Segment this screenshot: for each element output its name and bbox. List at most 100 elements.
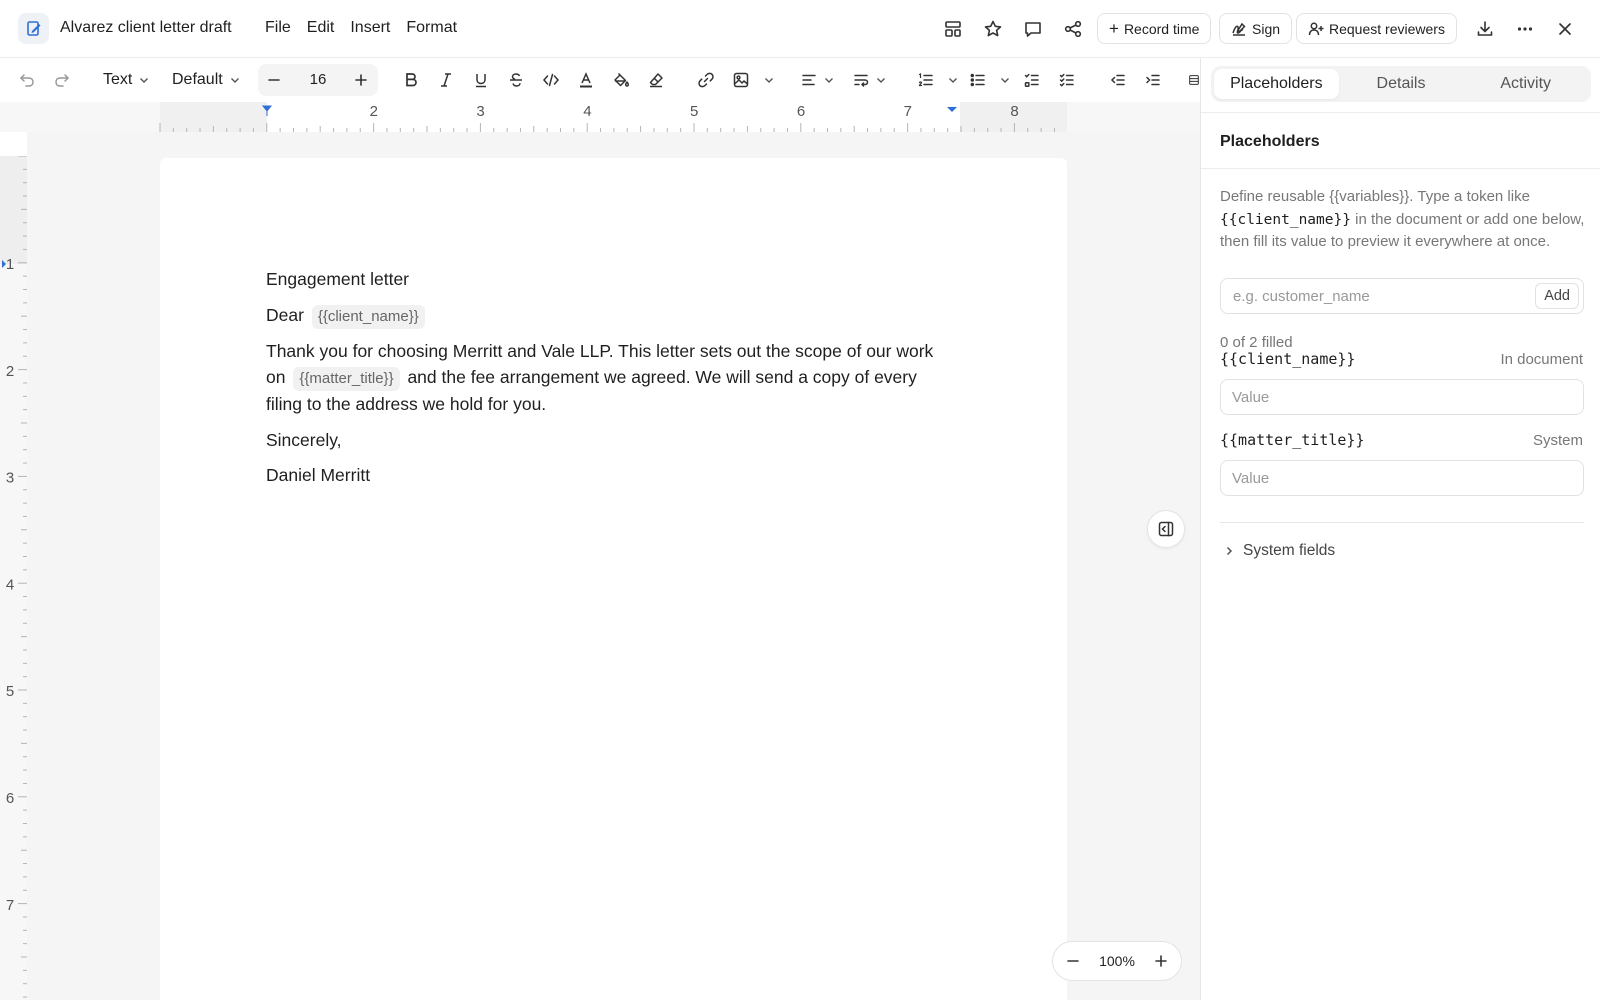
ruler-label: 1 bbox=[6, 256, 14, 273]
chevron-down-icon[interactable] bbox=[762, 68, 776, 92]
align-left-icon[interactable] bbox=[797, 68, 821, 92]
redo-icon[interactable] bbox=[50, 68, 74, 92]
bold-icon[interactable] bbox=[399, 68, 423, 92]
toggle-panel-button[interactable] bbox=[1147, 510, 1185, 548]
text-wrap-icon[interactable] bbox=[849, 68, 873, 92]
placeholder-source-matter: System bbox=[1532, 432, 1583, 449]
chevron-down-icon[interactable] bbox=[822, 68, 836, 92]
letter-heading[interactable]: Engagement letter bbox=[266, 266, 956, 293]
menu-file[interactable]: File bbox=[265, 19, 291, 37]
add-placeholder-button[interactable]: Add bbox=[1535, 283, 1579, 309]
vertical-ruler[interactable]: 1 2 3 4 5 6 7 bbox=[0, 155, 27, 1000]
indent-icon[interactable] bbox=[1141, 68, 1165, 92]
template-icon[interactable] bbox=[940, 16, 966, 42]
share-icon[interactable] bbox=[1060, 16, 1086, 42]
ruler-label: 5 bbox=[690, 103, 698, 120]
ruler-label: 8 bbox=[1010, 103, 1018, 120]
ruler-label: 7 bbox=[904, 103, 912, 120]
chevron-down-icon bbox=[230, 78, 239, 83]
ruler-label: 2 bbox=[370, 103, 378, 120]
horizontal-ruler[interactable]: 2 3 4 5 6 7 8 bbox=[0, 102, 1200, 132]
new-placeholder-input[interactable] bbox=[1222, 280, 1522, 312]
chevron-down-icon[interactable] bbox=[998, 68, 1012, 92]
panel-divider bbox=[1220, 522, 1584, 523]
clear-format-icon[interactable] bbox=[644, 68, 668, 92]
menu-edit[interactable]: Edit bbox=[307, 19, 335, 37]
chevron-down-icon[interactable] bbox=[874, 68, 888, 92]
request-reviewers-label: Request reviewers bbox=[1329, 20, 1445, 37]
letter-closing[interactable]: Sincerely, bbox=[266, 427, 956, 454]
document-edit-icon[interactable] bbox=[18, 13, 49, 44]
comment-icon[interactable] bbox=[1020, 16, 1046, 42]
panel-title: Placeholders bbox=[1220, 133, 1320, 150]
placeholder-token-client: {{client_name}} bbox=[1220, 350, 1356, 368]
chevron-right-icon bbox=[1226, 546, 1233, 556]
bullet-list-icon[interactable] bbox=[966, 68, 990, 92]
numbered-list-icon[interactable] bbox=[914, 68, 938, 92]
highlight-fill-icon[interactable] bbox=[609, 68, 633, 92]
panel-collapse-icon bbox=[1158, 521, 1174, 537]
zoom-in-icon[interactable] bbox=[1154, 954, 1168, 968]
tab-details[interactable]: Details bbox=[1339, 69, 1464, 99]
text-color-icon[interactable] bbox=[574, 68, 598, 92]
salutation-text: Dear bbox=[266, 304, 304, 325]
tab-activity[interactable]: Activity bbox=[1463, 69, 1588, 99]
close-icon[interactable] bbox=[1552, 16, 1578, 42]
document-body[interactable]: Engagement letter Dear {{client_name}} T… bbox=[266, 266, 956, 498]
record-time-button[interactable]: + Record time bbox=[1097, 13, 1212, 44]
plus-icon[interactable] bbox=[349, 68, 373, 92]
checklist-icon[interactable] bbox=[1020, 68, 1044, 92]
matter-title-value-input[interactable] bbox=[1220, 460, 1584, 496]
strikethrough-icon[interactable] bbox=[504, 68, 528, 92]
client-name-token[interactable]: {{client_name}} bbox=[311, 304, 425, 329]
ruler-label: 7 bbox=[6, 897, 14, 914]
underline-icon[interactable] bbox=[469, 68, 493, 92]
task-list-icon[interactable] bbox=[1055, 68, 1079, 92]
panel-tabs: Placeholders Details Activity bbox=[1211, 66, 1591, 102]
add-placeholder-row: Add bbox=[1220, 278, 1584, 314]
ruler-label: 4 bbox=[6, 576, 14, 593]
ruler-label: 3 bbox=[476, 103, 484, 120]
panel-description: Define reusable {{variables}}. Type a to… bbox=[1220, 186, 1590, 254]
document-title[interactable]: Alvarez client letter draft bbox=[60, 19, 232, 37]
block-style-dropdown[interactable]: Text bbox=[103, 68, 150, 92]
chevron-down-icon[interactable] bbox=[946, 68, 960, 92]
font-dropdown[interactable]: Default bbox=[172, 68, 241, 92]
ruler-label: 5 bbox=[6, 683, 14, 700]
add-user-icon bbox=[1308, 22, 1324, 35]
zoom-out-icon[interactable] bbox=[1066, 954, 1080, 968]
zoom-control: 100% bbox=[1052, 941, 1182, 981]
document-page[interactable]: Engagement letter Dear {{client_name}} T… bbox=[160, 158, 1067, 1000]
font-value: Default bbox=[172, 71, 223, 88]
request-reviewers-button[interactable]: Request reviewers bbox=[1296, 13, 1457, 44]
letter-body-paragraph[interactable]: Thank you for choosing Merritt and Vale … bbox=[266, 338, 956, 418]
filled-count: 0 of 2 filled bbox=[1220, 334, 1293, 351]
placeholder-source-client: In document bbox=[1500, 351, 1583, 368]
star-icon[interactable] bbox=[980, 16, 1006, 42]
letter-salutation[interactable]: Dear {{client_name}} bbox=[266, 302, 956, 329]
link-icon[interactable] bbox=[694, 68, 718, 92]
menu-insert[interactable]: Insert bbox=[350, 19, 390, 37]
system-fields-label: System fields bbox=[1243, 542, 1336, 559]
system-fields-toggle[interactable]: System fields bbox=[1223, 542, 1335, 560]
italic-icon[interactable] bbox=[434, 68, 458, 92]
minus-icon[interactable] bbox=[262, 68, 286, 92]
tab-placeholders[interactable]: Placeholders bbox=[1214, 69, 1339, 99]
description-start: Define reusable {{variables}}. Type a to… bbox=[1220, 188, 1530, 205]
undo-icon[interactable] bbox=[15, 68, 39, 92]
image-icon[interactable] bbox=[729, 68, 753, 92]
matter-title-token[interactable]: {{matter_title}} bbox=[293, 367, 400, 391]
font-size-value[interactable]: 16 bbox=[300, 71, 336, 88]
code-icon[interactable] bbox=[539, 68, 563, 92]
client-name-value-input[interactable] bbox=[1220, 379, 1584, 415]
sign-button[interactable]: Sign bbox=[1219, 13, 1293, 44]
table-icon[interactable] bbox=[1188, 68, 1200, 92]
letter-signature[interactable]: Daniel Merritt bbox=[266, 462, 956, 489]
more-icon[interactable] bbox=[1512, 16, 1538, 42]
ruler-label: 4 bbox=[583, 103, 591, 120]
download-icon[interactable] bbox=[1472, 16, 1498, 42]
zoom-level[interactable]: 100% bbox=[1099, 953, 1135, 969]
top-bar: Alvarez client letter draft File Edit In… bbox=[0, 0, 1600, 58]
outdent-icon[interactable] bbox=[1106, 68, 1130, 92]
menu-format[interactable]: Format bbox=[406, 19, 457, 37]
